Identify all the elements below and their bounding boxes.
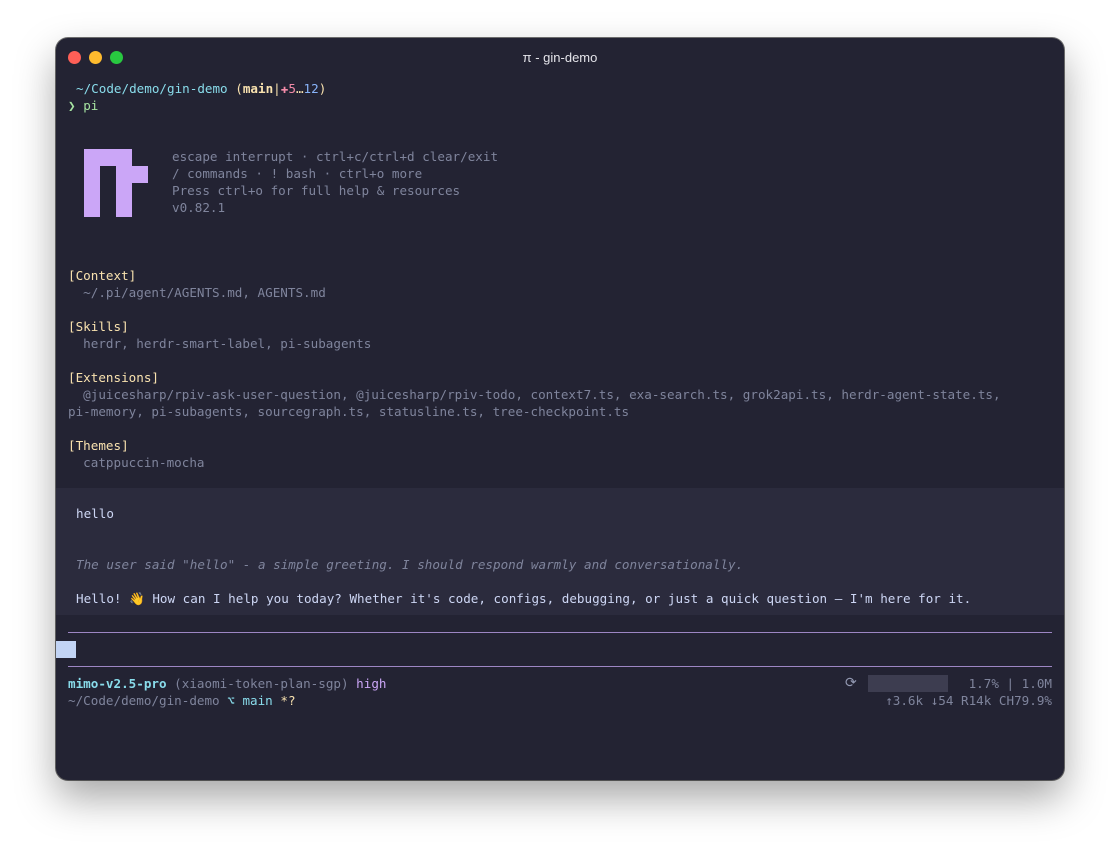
refresh-icon: ⟳ — [845, 675, 857, 691]
banner-line: Press ctrl+o for full help & resources — [172, 183, 461, 198]
git-branch: main — [242, 81, 274, 96]
extensions-list: @juicesharp/rpiv-ask-user-question, @jui… — [68, 387, 1001, 402]
cwd-status-line: ~/Code/demo/gin-demo ⌥ main *? — [68, 692, 296, 709]
section-header-extensions: [Extensions] — [68, 370, 159, 385]
thinking-level: high — [356, 676, 387, 691]
context-files: ~/.pi/agent/AGENTS.md, AGENTS.md — [68, 285, 326, 300]
user-message: hello — [76, 506, 114, 521]
version-text: v0.82.1 — [172, 200, 226, 215]
window-title: π - gin-demo — [522, 50, 598, 65]
assistant-response: Hello! 👋 How can I help you today? Wheth… — [76, 591, 972, 606]
command-text: pi — [83, 98, 99, 113]
extensions-list: pi-memory, pi-subagents, sourcegraph.ts,… — [68, 404, 630, 419]
model-status-line: mimo-v2.5-pro (xiaomi-token-plan-sgp) hi… — [68, 675, 387, 692]
prompt-chevron-icon: ❯ — [68, 98, 76, 113]
prompt-path: ~/Code/demo/gin-demo — [76, 81, 228, 96]
branch-name: main — [242, 693, 273, 708]
section-header-skills: [Skills] — [68, 319, 129, 334]
terminal-window: π - gin-demo ~/Code/demo/gin-demo (main|… — [56, 38, 1064, 780]
git-untracked-count: 12 — [303, 81, 319, 96]
model-name: mimo-v2.5-pro — [68, 676, 167, 691]
provider-name: (xiaomi-token-plan-sgp) — [174, 676, 349, 691]
title-bar: π - gin-demo — [56, 38, 1064, 78]
git-staged-count: 5 — [288, 81, 296, 96]
input-cursor[interactable] — [56, 641, 76, 658]
banner-line: / commands · ! bash · ctrl+o more — [172, 166, 423, 181]
token-stats: ↑3.6k ↓54 R14k CH79.9% — [885, 693, 1052, 708]
skills-list: herdr, herdr-smart-label, pi-subagents — [68, 336, 372, 351]
banner-line: escape interrupt · ctrl+c/ctrl+d clear/e… — [172, 149, 499, 164]
command-line: ❯ pi — [68, 97, 98, 114]
pi-logo-icon — [84, 149, 148, 217]
cwd-path: ~/Code/demo/gin-demo — [68, 693, 220, 708]
editor-bottom-border — [68, 666, 1052, 667]
context-usage-bar — [868, 675, 948, 692]
context-usage-text: 1.7% | 1.0M — [968, 676, 1052, 691]
dirty-indicator: *? — [280, 693, 296, 708]
section-header-context: [Context] — [68, 268, 137, 283]
thinking-text: The user said "hello" - a simple greetin… — [76, 557, 744, 572]
themes-list: catppuccin-mocha — [68, 455, 205, 470]
section-header-themes: [Themes] — [68, 438, 129, 453]
editor-top-border — [68, 632, 1052, 633]
git-branch-icon: ⌥ — [227, 693, 235, 708]
shell-prompt-line: ~/Code/demo/gin-demo (main|✚5…12) — [76, 81, 327, 96]
